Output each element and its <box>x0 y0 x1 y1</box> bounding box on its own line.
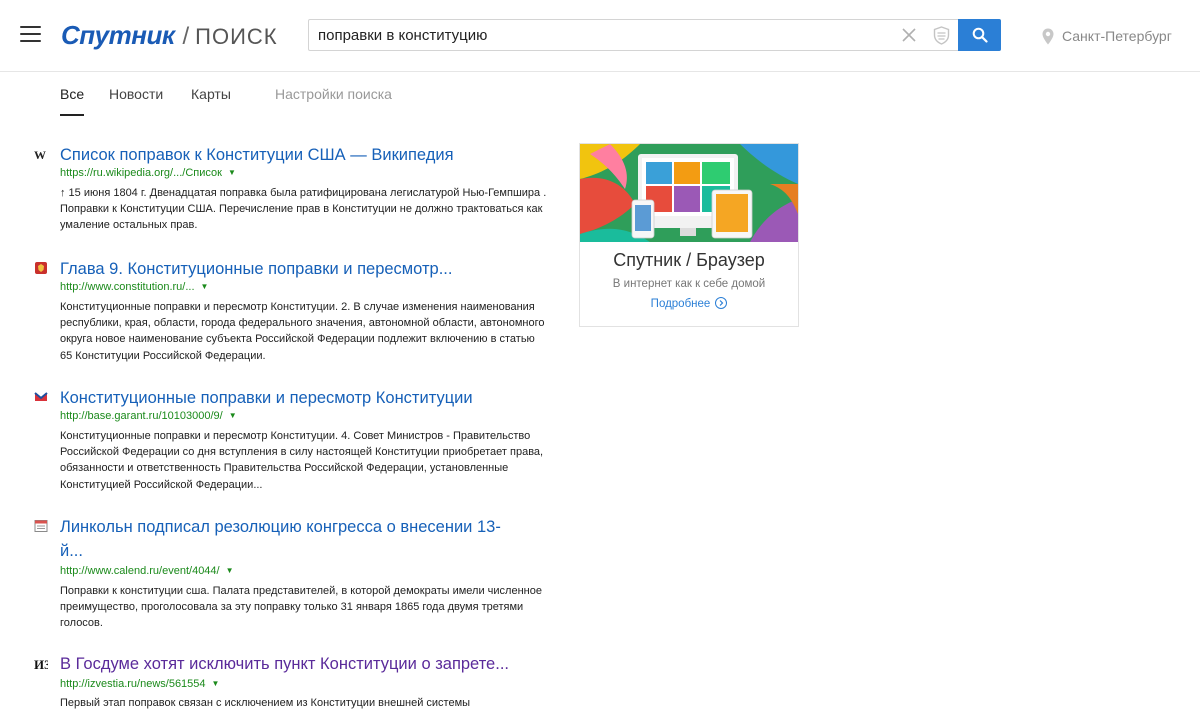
wikipedia-icon: W <box>34 148 46 162</box>
tab-news[interactable]: Новости <box>109 86 163 102</box>
search-input[interactable] <box>309 20 899 50</box>
result-title[interactable]: Конституционные поправки и пересмотр Кон… <box>60 388 473 408</box>
result-url-text: http://www.calend.ru/event/4044/ <box>60 565 220 577</box>
result-title[interactable]: Список поправок к Конституции США — Вики… <box>60 145 454 165</box>
result-title[interactable]: Глава 9. Конституционные поправки и пере… <box>60 259 452 279</box>
izvestia-icon: И3 <box>34 657 48 671</box>
browser-ad-card[interactable]: Спутник / Браузер В интернет как к себе … <box>579 143 799 327</box>
url-dropdown-icon[interactable]: ▼ <box>228 166 236 180</box>
active-tab-indicator <box>60 114 84 116</box>
result-url-text: http://base.garant.ru/10103000/9/ <box>60 410 223 422</box>
result-url[interactable]: http://www.calend.ru/event/4044/ ▼ <box>60 564 234 578</box>
location-selector[interactable]: Санкт-Петербург <box>1042 25 1172 47</box>
tab-maps[interactable]: Карты <box>191 86 231 102</box>
result-title[interactable]: В Госдуме хотят исключить пункт Конститу… <box>60 654 509 674</box>
header: Спутник / ПОИСК Санкт-Петербург <box>0 0 1200 72</box>
result-snippet: Поправки к конституции сша. Палата предс… <box>60 585 542 630</box>
ad-title: Спутник / Браузер <box>613 250 765 270</box>
clear-icon[interactable] <box>901 27 917 43</box>
result-url-text: http://izvestia.ru/news/561554 <box>60 678 206 690</box>
logo[interactable]: Спутник / ПОИСК <box>61 20 278 50</box>
calendar-icon <box>34 520 48 532</box>
logo-section: ПОИСК <box>195 24 278 49</box>
tab-search-settings[interactable]: Настройки поиска <box>275 86 392 102</box>
russian-emblem-icon <box>35 262 47 274</box>
url-dropdown-icon[interactable]: ▼ <box>212 677 220 691</box>
result-snippet: Первый этап поправок связан с исключение… <box>60 697 471 709</box>
search-box <box>308 19 1001 51</box>
result-url[interactable]: https://ru.wikipedia.org/.../Список ▼ <box>60 166 236 180</box>
result-url[interactable]: http://base.garant.ru/10103000/9/ ▼ <box>60 409 237 423</box>
browser-promo-image <box>580 144 798 242</box>
result-snippet: ↑ 15 июня 1804 г. Двенадцатая поправка б… <box>60 187 547 232</box>
result-url-text: http://www.constitution.ru/... <box>60 281 195 293</box>
menu-icon[interactable] <box>20 26 41 42</box>
search-icon <box>972 27 988 43</box>
chevron-right-icon <box>715 297 728 309</box>
search-button[interactable] <box>958 19 1001 51</box>
shield-icon[interactable] <box>933 26 950 45</box>
svg-text:И3: И3 <box>34 657 48 671</box>
logo-separator: / <box>182 23 190 50</box>
ad-more-link[interactable]: Подробнее <box>580 297 798 310</box>
url-dropdown-icon[interactable]: ▼ <box>226 564 234 578</box>
tab-all[interactable]: Все <box>60 86 84 102</box>
url-dropdown-icon[interactable]: ▼ <box>201 280 209 294</box>
ad-more-label: Подробнее <box>650 298 711 310</box>
garant-icon <box>34 392 48 401</box>
result-title-continuation[interactable]: й... <box>60 541 83 561</box>
location-pin-icon <box>1042 28 1054 44</box>
svg-text:W: W <box>34 148 46 162</box>
result-snippet: Конституционные поправки и пересмотр Кон… <box>60 430 544 491</box>
search-tabs: Все Новости Карты Настройки поиска <box>0 72 1200 116</box>
result-url[interactable]: http://www.constitution.ru/... ▼ <box>60 280 208 294</box>
location-label: Санкт-Петербург <box>1062 28 1172 44</box>
result-url[interactable]: http://izvestia.ru/news/561554 ▼ <box>60 677 219 691</box>
logo-brand: Спутник <box>61 20 175 50</box>
ad-subtitle: В интернет как к себе домой <box>612 278 766 290</box>
result-url-text: https://ru.wikipedia.org/.../Список <box>60 167 222 179</box>
result-snippet: Конституционные поправки и пересмотр Кон… <box>60 301 545 362</box>
url-dropdown-icon[interactable]: ▼ <box>229 409 237 423</box>
result-title[interactable]: Линкольн подписал резолюцию конгресса о … <box>60 517 501 537</box>
